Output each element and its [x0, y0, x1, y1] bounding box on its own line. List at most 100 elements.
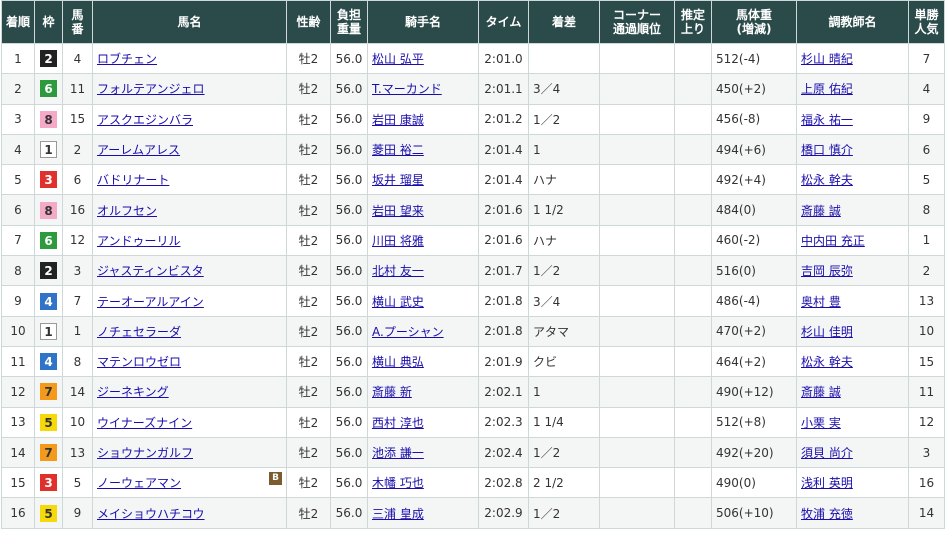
- trainer-cell: 福永 祐一: [796, 103, 909, 135]
- body-weight-change: (0): [738, 203, 756, 218]
- jockey-cell: 岩田 康誠: [367, 103, 479, 135]
- table-body: 1 2 4 ロブチェン 牡2 56.0 松山 弘平 2:01.0 512(-4) 杉山 晴紀 7 2…: [1, 42, 945, 529]
- horse-name-link[interactable]: バドリナート: [97, 173, 169, 187]
- body-weight-value: 516: [716, 263, 739, 278]
- jockey-link[interactable]: 川田 将雅: [372, 234, 424, 248]
- jockey-cell: 松山 弘平: [367, 42, 479, 75]
- jockey-cell: T.マーカンド: [367, 73, 479, 105]
- jockey-cell: 池添 謙一: [367, 436, 479, 469]
- header-weight-label-2: 重量: [336, 22, 361, 36]
- body-weight-change: (+8): [738, 415, 766, 430]
- jockey-link[interactable]: 北村 友一: [372, 264, 424, 278]
- jockey-link[interactable]: A.プーシャン: [372, 325, 444, 339]
- horse-name-link[interactable]: ジャスティンビスタ: [97, 264, 204, 278]
- horse-name-link[interactable]: オルフセン: [97, 204, 157, 218]
- time-cell: 2:01.6: [478, 224, 529, 257]
- waku-badge: 5: [40, 504, 57, 522]
- time-cell: 2:01.1: [478, 73, 529, 105]
- waku-cell: 1: [34, 315, 63, 347]
- trainer-link[interactable]: 橋口 慎介: [801, 143, 853, 157]
- jockey-link[interactable]: 斎藤 新: [372, 385, 412, 399]
- rank-cell: 7: [1, 224, 35, 257]
- trainer-link[interactable]: 杉山 晴紀: [801, 52, 853, 66]
- trainer-link[interactable]: 吉岡 辰弥: [801, 264, 853, 278]
- horse-name-link[interactable]: ウイナーズナイン: [97, 416, 192, 430]
- table-header-row: 着順 枠 馬番 馬名 性齢 負担 重量 騎手名 タイム 着差 コーナー 通過順位 推…: [1, 0, 945, 44]
- horse-cell: オルフセン: [92, 194, 287, 226]
- horse-name-link[interactable]: フォルテアンジェロ: [97, 82, 205, 96]
- horse-name-link[interactable]: メイショウハチコウ: [97, 507, 205, 521]
- trainer-link[interactable]: 牧浦 充徳: [801, 507, 853, 521]
- horse-name-link[interactable]: ロブチェン: [97, 52, 157, 66]
- horse-name-link[interactable]: アスクエジンバラ: [97, 113, 193, 127]
- jockey-link[interactable]: 菱田 裕二: [372, 143, 424, 157]
- trainer-link[interactable]: 松永 幹夫: [801, 173, 853, 187]
- jockey-link[interactable]: 岩田 望来: [372, 204, 424, 218]
- header-margin-label: 着差: [551, 15, 576, 29]
- trainer-link[interactable]: 上原 佑紀: [801, 82, 853, 96]
- jockey-link[interactable]: 西村 淳也: [372, 416, 424, 430]
- last3f-cell: [674, 376, 712, 408]
- header-rank: 着順: [1, 0, 35, 44]
- last3f-cell: [674, 164, 712, 196]
- header-rank-label: 着順: [5, 15, 30, 29]
- header-body-weight-label-2: (増減): [736, 22, 772, 36]
- jockey-link[interactable]: 坂井 瑠星: [372, 173, 424, 187]
- trainer-link[interactable]: 斎藤 誠: [801, 385, 841, 399]
- body-weight-cell: 484(0): [711, 194, 797, 226]
- umaban-cell: 4: [62, 42, 93, 75]
- trainer-link[interactable]: 福永 祐一: [801, 113, 853, 127]
- header-horse-label: 馬名: [177, 15, 202, 29]
- trainer-link[interactable]: 奥村 豊: [801, 295, 841, 309]
- table-row: 13 5 10 ウイナーズナイン 牡2 56.0 西村 淳也 2:02.3 1 1/4 512(+…: [1, 406, 945, 438]
- jockey-link[interactable]: 横山 典弘: [372, 355, 424, 369]
- blinker-badge: B: [269, 472, 282, 486]
- trainer-link[interactable]: 浅利 英明: [801, 476, 853, 490]
- horse-name-link[interactable]: アンドゥーリル: [97, 234, 181, 248]
- trainer-cell: 橋口 慎介: [796, 133, 909, 166]
- jockey-link[interactable]: 三浦 皇成: [372, 507, 424, 521]
- popularity-cell: 8: [908, 194, 945, 226]
- rank-cell: 11: [1, 345, 35, 378]
- trainer-link[interactable]: 中内田 充正: [801, 234, 865, 248]
- jockey-link[interactable]: 横山 武史: [372, 295, 424, 309]
- trainer-cell: 浅利 英明: [796, 467, 909, 499]
- header-trainer-label: 調教師名: [828, 15, 877, 29]
- sex-age-cell: 牡2: [286, 73, 331, 105]
- corner-cell: [599, 285, 675, 317]
- table-row: 14 7 13 ショウナンガルフ 牡2 56.0 池添 謙一 2:02.4 1／2 492(+20…: [1, 436, 945, 469]
- jockey-link[interactable]: 岩田 康誠: [372, 113, 424, 127]
- jockey-link[interactable]: 松山 弘平: [372, 52, 424, 66]
- jockey-link[interactable]: T.マーカンド: [372, 82, 442, 96]
- time-cell: 2:01.7: [478, 255, 529, 287]
- horse-name-link[interactable]: テーオーアルアイン: [97, 295, 204, 309]
- trainer-link[interactable]: 松永 幹夫: [801, 355, 853, 369]
- horse-name-link[interactable]: ノチェセラーダ: [97, 325, 181, 339]
- umaban-cell: 14: [62, 376, 93, 408]
- trainer-link[interactable]: 小栗 実: [801, 416, 841, 430]
- jockey-link[interactable]: 木幡 巧也: [372, 476, 424, 490]
- trainer-link[interactable]: 斎藤 誠: [801, 204, 841, 218]
- horse-name-link[interactable]: ノーウェアマン: [97, 476, 181, 490]
- rank-cell: 9: [1, 285, 35, 317]
- horse-cell: ウイナーズナイン: [92, 406, 287, 438]
- horse-name-link[interactable]: アーレムアレス: [97, 143, 180, 157]
- table-row: 4 1 2 アーレムアレス 牡2 56.0 菱田 裕二 2:01.4 1 494(+6) 橋口 慎介…: [1, 133, 945, 166]
- jockey-link[interactable]: 池添 謙一: [372, 446, 424, 460]
- corner-cell: [599, 73, 675, 105]
- waku-cell: 8: [34, 194, 63, 226]
- trainer-link[interactable]: 杉山 佳明: [801, 325, 853, 339]
- horse-name-link[interactable]: ショウナンガルフ: [97, 446, 193, 460]
- header-time: タイム: [478, 0, 529, 44]
- trainer-cell: 上原 佑紀: [796, 73, 909, 105]
- horse-name-link[interactable]: マテンロウゼロ: [97, 355, 181, 369]
- margin-cell: クビ: [528, 345, 600, 378]
- body-weight-cell: 516(0): [711, 255, 797, 287]
- header-umaban: 馬番: [62, 0, 93, 44]
- horse-name-link[interactable]: ジーネキング: [97, 385, 169, 399]
- header-margin: 着差: [528, 0, 600, 44]
- table-row: 8 2 3 ジャスティンビスタ 牡2 56.0 北村 友一 2:01.7 1／2 516(0) 吉岡…: [1, 255, 945, 287]
- trainer-link[interactable]: 須貝 尚介: [801, 446, 853, 460]
- body-weight-cell: 460(-2): [711, 224, 797, 257]
- umaban-cell: 16: [62, 194, 93, 226]
